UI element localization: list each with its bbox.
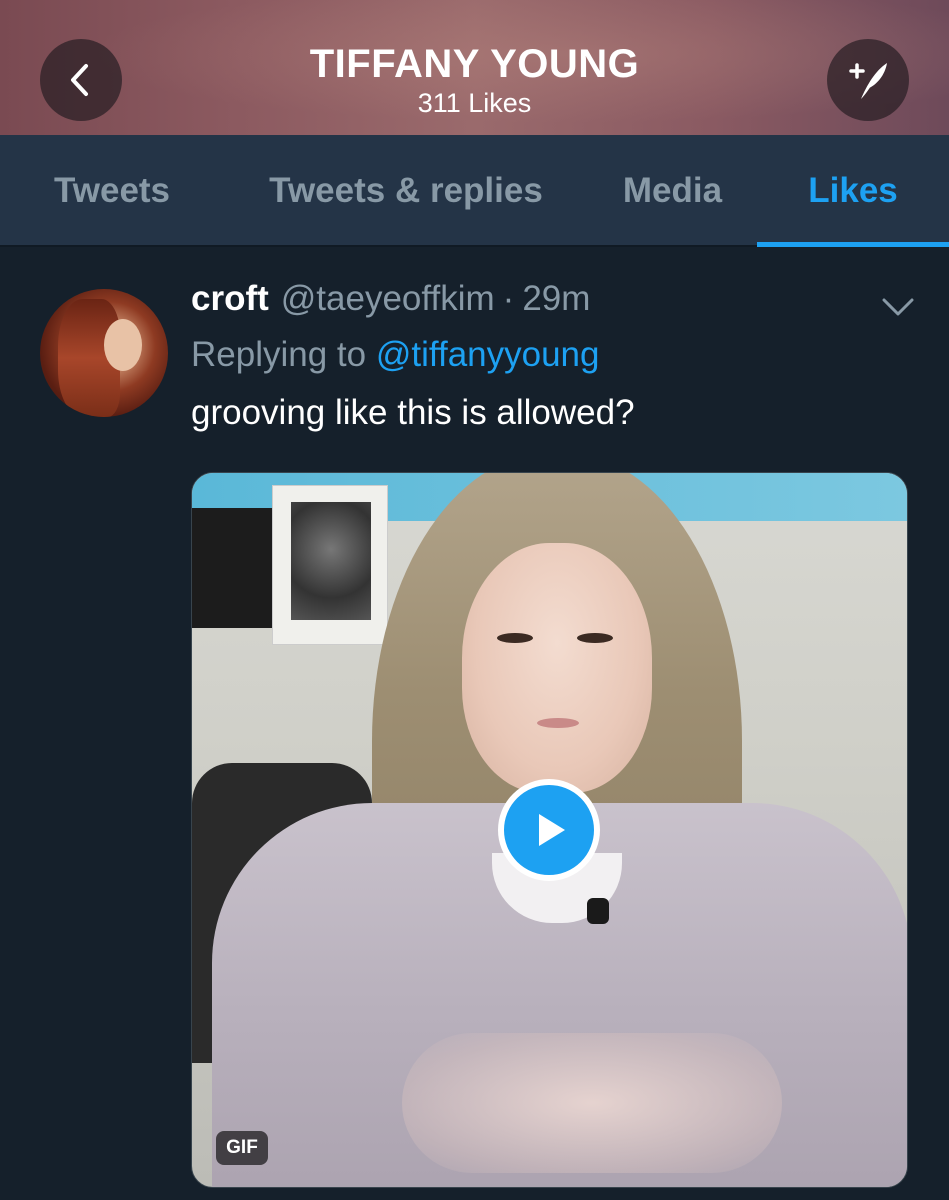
chevron-down-icon[interactable]	[880, 294, 916, 320]
gif-badge: GIF	[216, 1131, 268, 1165]
tweet-card[interactable]: croft @taeyeoffkim · 29m Replying to @ti…	[0, 249, 949, 1200]
tab-likes[interactable]: Likes	[757, 135, 949, 247]
tab-label: Likes	[808, 171, 898, 210]
replying-prefix: Replying to	[191, 335, 367, 374]
tab-tweets[interactable]: Tweets	[0, 135, 224, 247]
page-title: TIFFANY YOUNG	[309, 42, 640, 86]
tweet-header: croft @taeyeoffkim · 29m	[191, 279, 590, 329]
avatar[interactable]	[40, 289, 168, 417]
user-handle[interactable]: @taeyeoffkim	[281, 279, 495, 319]
tab-media[interactable]: Media	[588, 135, 757, 247]
play-icon	[539, 814, 565, 846]
tweet-text: grooving like this is allowed?	[191, 393, 635, 432]
timestamp[interactable]: 29m	[522, 279, 590, 319]
gif-media[interactable]: GIF	[191, 472, 908, 1188]
mention-link[interactable]: @tiffanyyoung	[376, 335, 600, 374]
compose-button[interactable]	[827, 39, 909, 121]
profile-tabs: Tweets Tweets & replies Media Likes	[0, 135, 949, 247]
display-name[interactable]: croft	[191, 279, 269, 319]
separator-dot: ·	[502, 279, 515, 318]
tab-label: Media	[622, 171, 723, 210]
active-tab-indicator	[757, 242, 949, 247]
likes-count: 311 Likes	[417, 88, 532, 118]
profile-header: TIFFANY YOUNG 311 Likes	[0, 0, 949, 135]
tab-label: Tweets	[53, 171, 171, 210]
replying-to: Replying to @tiffanyyoung	[191, 335, 599, 375]
feather-plus-icon	[849, 63, 887, 99]
tab-tweets-replies[interactable]: Tweets & replies	[224, 135, 588, 247]
tab-label: Tweets & replies	[269, 171, 543, 210]
play-button[interactable]	[498, 779, 600, 881]
